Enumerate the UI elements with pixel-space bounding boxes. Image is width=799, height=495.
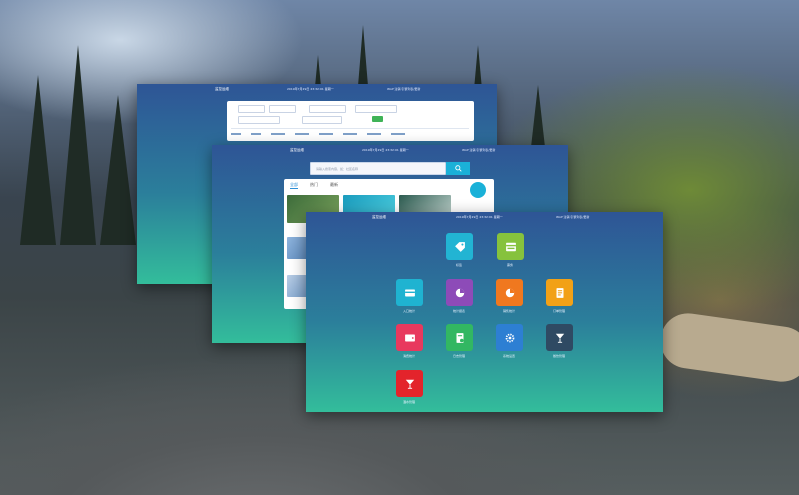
tab-bar: 全部 热门 最新	[290, 182, 350, 189]
search-button[interactable]	[446, 162, 470, 175]
app-ticket[interactable]	[497, 233, 524, 260]
card-icon	[404, 289, 415, 296]
type-select[interactable]	[309, 105, 346, 113]
search-icon	[454, 165, 462, 172]
tag-icon	[454, 241, 465, 252]
app-catering[interactable]	[546, 324, 573, 351]
tree-decoration	[100, 95, 136, 245]
datetime: 2019年7月29日 23:32:01 星期一	[362, 148, 409, 152]
user-menu[interactable]: Wolf 注销 引擎列表/更新	[462, 148, 495, 152]
document-icon	[556, 287, 563, 298]
app-consumption[interactable]	[396, 324, 423, 351]
window-title: 监控运维	[215, 87, 229, 91]
app-label: 销售统计	[502, 309, 515, 313]
window-topbar: 监控运维 2019年7月29日 23:32:01 星期一 Wolf 注销 引擎列…	[212, 145, 568, 155]
app-label: 日志管理	[452, 354, 465, 358]
user-menu[interactable]: Wolf 注销 引擎列表/更新	[387, 87, 420, 91]
app-settings[interactable]	[496, 324, 523, 351]
search-button[interactable]	[372, 116, 383, 122]
window-topbar: 监控运维 2019年7月29日 23:32:01 星期一 Wolf 注销 引擎列…	[306, 212, 663, 222]
keyword-input[interactable]	[238, 116, 280, 124]
app-label: 酒水管理	[402, 400, 415, 404]
search-input[interactable]: 请输入搜索内容，如：社区名称	[310, 162, 446, 175]
cocktail-icon	[555, 333, 564, 343]
table-header	[231, 132, 469, 137]
datetime: 2019年7月29日 23:32:01 星期一	[456, 215, 503, 219]
divider	[231, 128, 469, 129]
app-label: 标签	[455, 263, 462, 267]
wallet-icon	[404, 334, 415, 341]
app-tag[interactable]	[446, 233, 473, 260]
pie-chart-icon	[505, 288, 514, 297]
app-orders[interactable]	[546, 279, 573, 306]
start-date-field[interactable]	[238, 105, 265, 113]
window-app-launcher[interactable]: 监控运维 2019年7月29日 23:32:01 星期一 Wolf 注销 引擎列…	[306, 212, 663, 412]
app-label: 入口统计	[402, 309, 415, 313]
app-report[interactable]	[446, 279, 473, 306]
app-drinks[interactable]	[396, 370, 423, 397]
window-title: 监控运维	[372, 215, 386, 219]
tree-decoration	[20, 75, 56, 245]
tab-all[interactable]: 全部	[290, 182, 298, 189]
app-label: 消费统计	[402, 354, 415, 358]
window-title: 监控运维	[290, 148, 304, 152]
tab-hot[interactable]: 热门	[310, 182, 318, 189]
app-label: 系统设置	[502, 354, 515, 358]
filter-panel	[227, 101, 474, 141]
ticket-icon	[505, 242, 516, 251]
window-topbar: 监控运维 2019年7月29日 23:32:01 星期一 Wolf 注销 引擎列…	[137, 84, 497, 94]
pie-chart-icon	[455, 288, 464, 297]
app-logs[interactable]	[446, 324, 473, 351]
user-menu[interactable]: Wolf 注销 引擎列表/更新	[556, 215, 589, 219]
app-label: 票务	[506, 263, 513, 267]
log-icon	[456, 332, 463, 343]
app-label: 统计报表	[452, 309, 465, 313]
app-label: 订单管理	[552, 309, 565, 313]
gear-icon	[505, 333, 514, 342]
tab-new[interactable]: 最新	[330, 182, 338, 189]
avatar	[470, 182, 486, 198]
end-date-field[interactable]	[269, 105, 296, 113]
app-entry-stats[interactable]	[396, 279, 423, 306]
tree-decoration	[60, 45, 96, 245]
status-select[interactable]	[355, 105, 397, 113]
order-input[interactable]	[302, 116, 342, 124]
app-label: 餐饮管理	[552, 354, 565, 358]
cocktail-icon	[405, 379, 414, 389]
app-sales[interactable]	[496, 279, 523, 306]
datetime: 2019年7月29日 23:32:01 星期一	[287, 87, 334, 91]
